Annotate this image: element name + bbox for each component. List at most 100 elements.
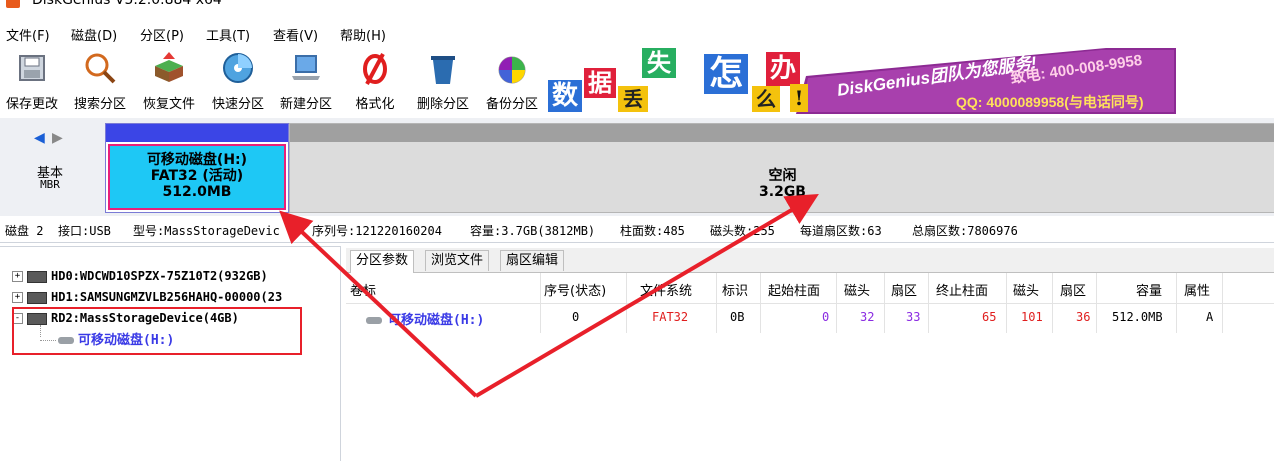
backup-icon (498, 56, 526, 84)
banner-qq: QQ: 4000089958(与电话同号) (956, 94, 1144, 110)
format-icon (363, 53, 387, 85)
tab-partition-params[interactable]: 分区参数 (350, 250, 415, 273)
window-title: DiskGenius V5.2.0.884 x64 (32, 0, 222, 8)
save-icon (19, 55, 45, 81)
tree-item-hd0[interactable]: + HD0:WDCWD10SPZX-75Z10T2(932GB) (12, 269, 268, 287)
search-partition-button[interactable]: 搜索分区 (68, 46, 132, 116)
partition-block-h[interactable]: 可移动磁盘(H:) FAT32 (活动) 512.0MB (105, 123, 289, 213)
menu-bar: 文件(F) 磁盘(D) 分区(P) 工具(T) 查看(V) 帮助(H) (0, 22, 1274, 44)
hard-disk-icon (27, 291, 47, 304)
expand-icon[interactable]: + (12, 271, 23, 282)
col-header[interactable]: 终止柱面 (936, 280, 988, 299)
row-start-cyl: 0 (822, 310, 830, 324)
magnifier-icon (85, 53, 116, 84)
banner-tile: 据 (584, 68, 616, 98)
row-volume: 可移动磁盘(H:) (366, 309, 484, 328)
format-label: 格式化 (355, 97, 395, 112)
recover-files-button[interactable]: 恢复文件 (136, 46, 202, 116)
title-bar: DiskGenius V5.2.0.884 x64 (0, 0, 1274, 20)
col-header[interactable]: 扇区 (1060, 280, 1086, 299)
tab-browse-files[interactable]: 浏览文件 (425, 250, 490, 271)
header-divider (346, 303, 1274, 304)
col-header[interactable]: 标识 (722, 280, 748, 299)
menu-file[interactable]: 文件(F) (6, 25, 50, 44)
partition-icon (366, 317, 382, 324)
backup-partition-button[interactable]: 备份分区 (480, 46, 544, 116)
free-space-size: 3.2GB (759, 184, 806, 200)
col-header[interactable]: 文件系统 (640, 280, 692, 299)
banner-tile: 么 (752, 86, 780, 112)
new-partition-label: 新建分区 (279, 97, 332, 112)
backup-partition-label: 备份分区 (485, 97, 538, 112)
info-model: 型号:MassStorageDevic (133, 224, 280, 238)
free-space-cap (290, 124, 1274, 142)
row-attr: A (1206, 310, 1214, 324)
row-end-cyl: 65 (982, 310, 997, 324)
promo-banner[interactable]: 数 据 丢 失 怎 么 办 ! DiskGenius团队为您服务! 致电: 40… (546, 46, 1176, 114)
quick-partition-disc-icon (223, 53, 253, 83)
info-interface: 接口:USB (58, 224, 111, 238)
row-end-head: 101 (1021, 310, 1043, 324)
info-serial: 序列号:121220160204 (312, 224, 442, 238)
col-header[interactable]: 起始柱面 (768, 280, 820, 299)
col-header[interactable]: 卷标 (350, 280, 376, 299)
row-fs: FAT32 (652, 310, 689, 324)
row-index: 0 (572, 310, 580, 324)
disk-table-type: MBR (40, 178, 60, 191)
banner-tile: ! (790, 84, 808, 112)
partition-name: 可移动磁盘(H:) (146, 152, 248, 168)
delete-partition-label: 删除分区 (416, 97, 469, 112)
tab-strip: 分区参数 浏览文件 扇区编辑 (346, 248, 1274, 273)
menu-tools[interactable]: 工具(T) (206, 25, 250, 44)
info-heads: 磁头数:255 (710, 224, 775, 238)
info-sectors: 每道扇区数:63 (800, 224, 882, 238)
partition-fs: FAT32 (活动) (150, 168, 244, 184)
recover-box-icon (155, 52, 183, 82)
col-header[interactable]: 磁头 (844, 280, 870, 299)
partition-size: 512.0MB (162, 184, 232, 200)
tree-item-label: HD0:WDCWD10SPZX-75Z10T2(932GB) (51, 269, 268, 283)
row-id: 0B (730, 310, 745, 324)
tree-item-hd1[interactable]: + HD1:SAMSUNGMZVLB256HAHQ-00000(23 (12, 290, 282, 308)
banner-tile: 失 (642, 48, 676, 78)
col-header[interactable]: 扇区 (891, 280, 917, 299)
new-partition-laptop-icon (292, 55, 320, 80)
menu-view[interactable]: 查看(V) (273, 25, 318, 44)
partition-body: 可移动磁盘(H:) FAT32 (活动) 512.0MB (108, 144, 286, 210)
partition-table: 卷标 序号(状态) 文件系统 标识 起始柱面 磁头 扇区 终止柱面 磁头 扇区 … (346, 273, 1274, 460)
app-logo-icon (6, 0, 20, 8)
hard-disk-icon (27, 270, 47, 283)
row-end-sec: 36 (1076, 310, 1091, 324)
quick-partition-label: 快速分区 (211, 97, 264, 112)
menu-disk[interactable]: 磁盘(D) (71, 25, 117, 44)
next-disk-icon[interactable]: ▶ (52, 130, 63, 146)
banner-tile: 怎 (704, 54, 748, 94)
col-header[interactable]: 容量 (1136, 280, 1162, 299)
banner-tile: 数 (548, 80, 582, 112)
prev-disk-icon[interactable]: ◀ (34, 130, 45, 146)
annotation-box (12, 307, 302, 355)
expand-icon[interactable]: + (12, 292, 23, 303)
new-partition-button[interactable]: 新建分区 (274, 46, 338, 116)
info-total-sectors: 总扇区数:7806976 (912, 224, 1018, 238)
delete-partition-button[interactable]: 删除分区 (410, 46, 476, 116)
col-header[interactable]: 序号(状态) (544, 280, 606, 299)
menu-partition[interactable]: 分区(P) (140, 25, 184, 44)
row-capacity: 512.0MB (1112, 310, 1163, 324)
info-capacity: 容量:3.7GB(3812MB) (470, 224, 596, 238)
free-space-block[interactable]: 空闲 3.2GB (289, 123, 1274, 213)
row-volume-label: 可移动磁盘(H:) (388, 313, 485, 328)
tree-item-label: HD1:SAMSUNGMZVLB256HAHQ-00000(23 (51, 290, 283, 304)
row-start-head: 32 (860, 310, 875, 324)
col-header[interactable]: 磁头 (1013, 280, 1039, 299)
format-button[interactable]: 格式化 (346, 46, 404, 116)
menu-help[interactable]: 帮助(H) (340, 25, 386, 44)
tab-sector-edit[interactable]: 扇区编辑 (500, 250, 565, 271)
quick-partition-button[interactable]: 快速分区 (206, 46, 270, 116)
col-header[interactable]: 属性 (1184, 280, 1210, 299)
disk-info-bar: 磁盘 2 接口:USB 型号:MassStorageDevic 序列号:1212… (0, 218, 1274, 243)
save-changes-button[interactable]: 保存更改 (0, 46, 64, 116)
save-changes-label: 保存更改 (5, 97, 58, 112)
banner-tile: 办 (766, 52, 800, 86)
free-space-name: 空闲 (768, 168, 797, 184)
